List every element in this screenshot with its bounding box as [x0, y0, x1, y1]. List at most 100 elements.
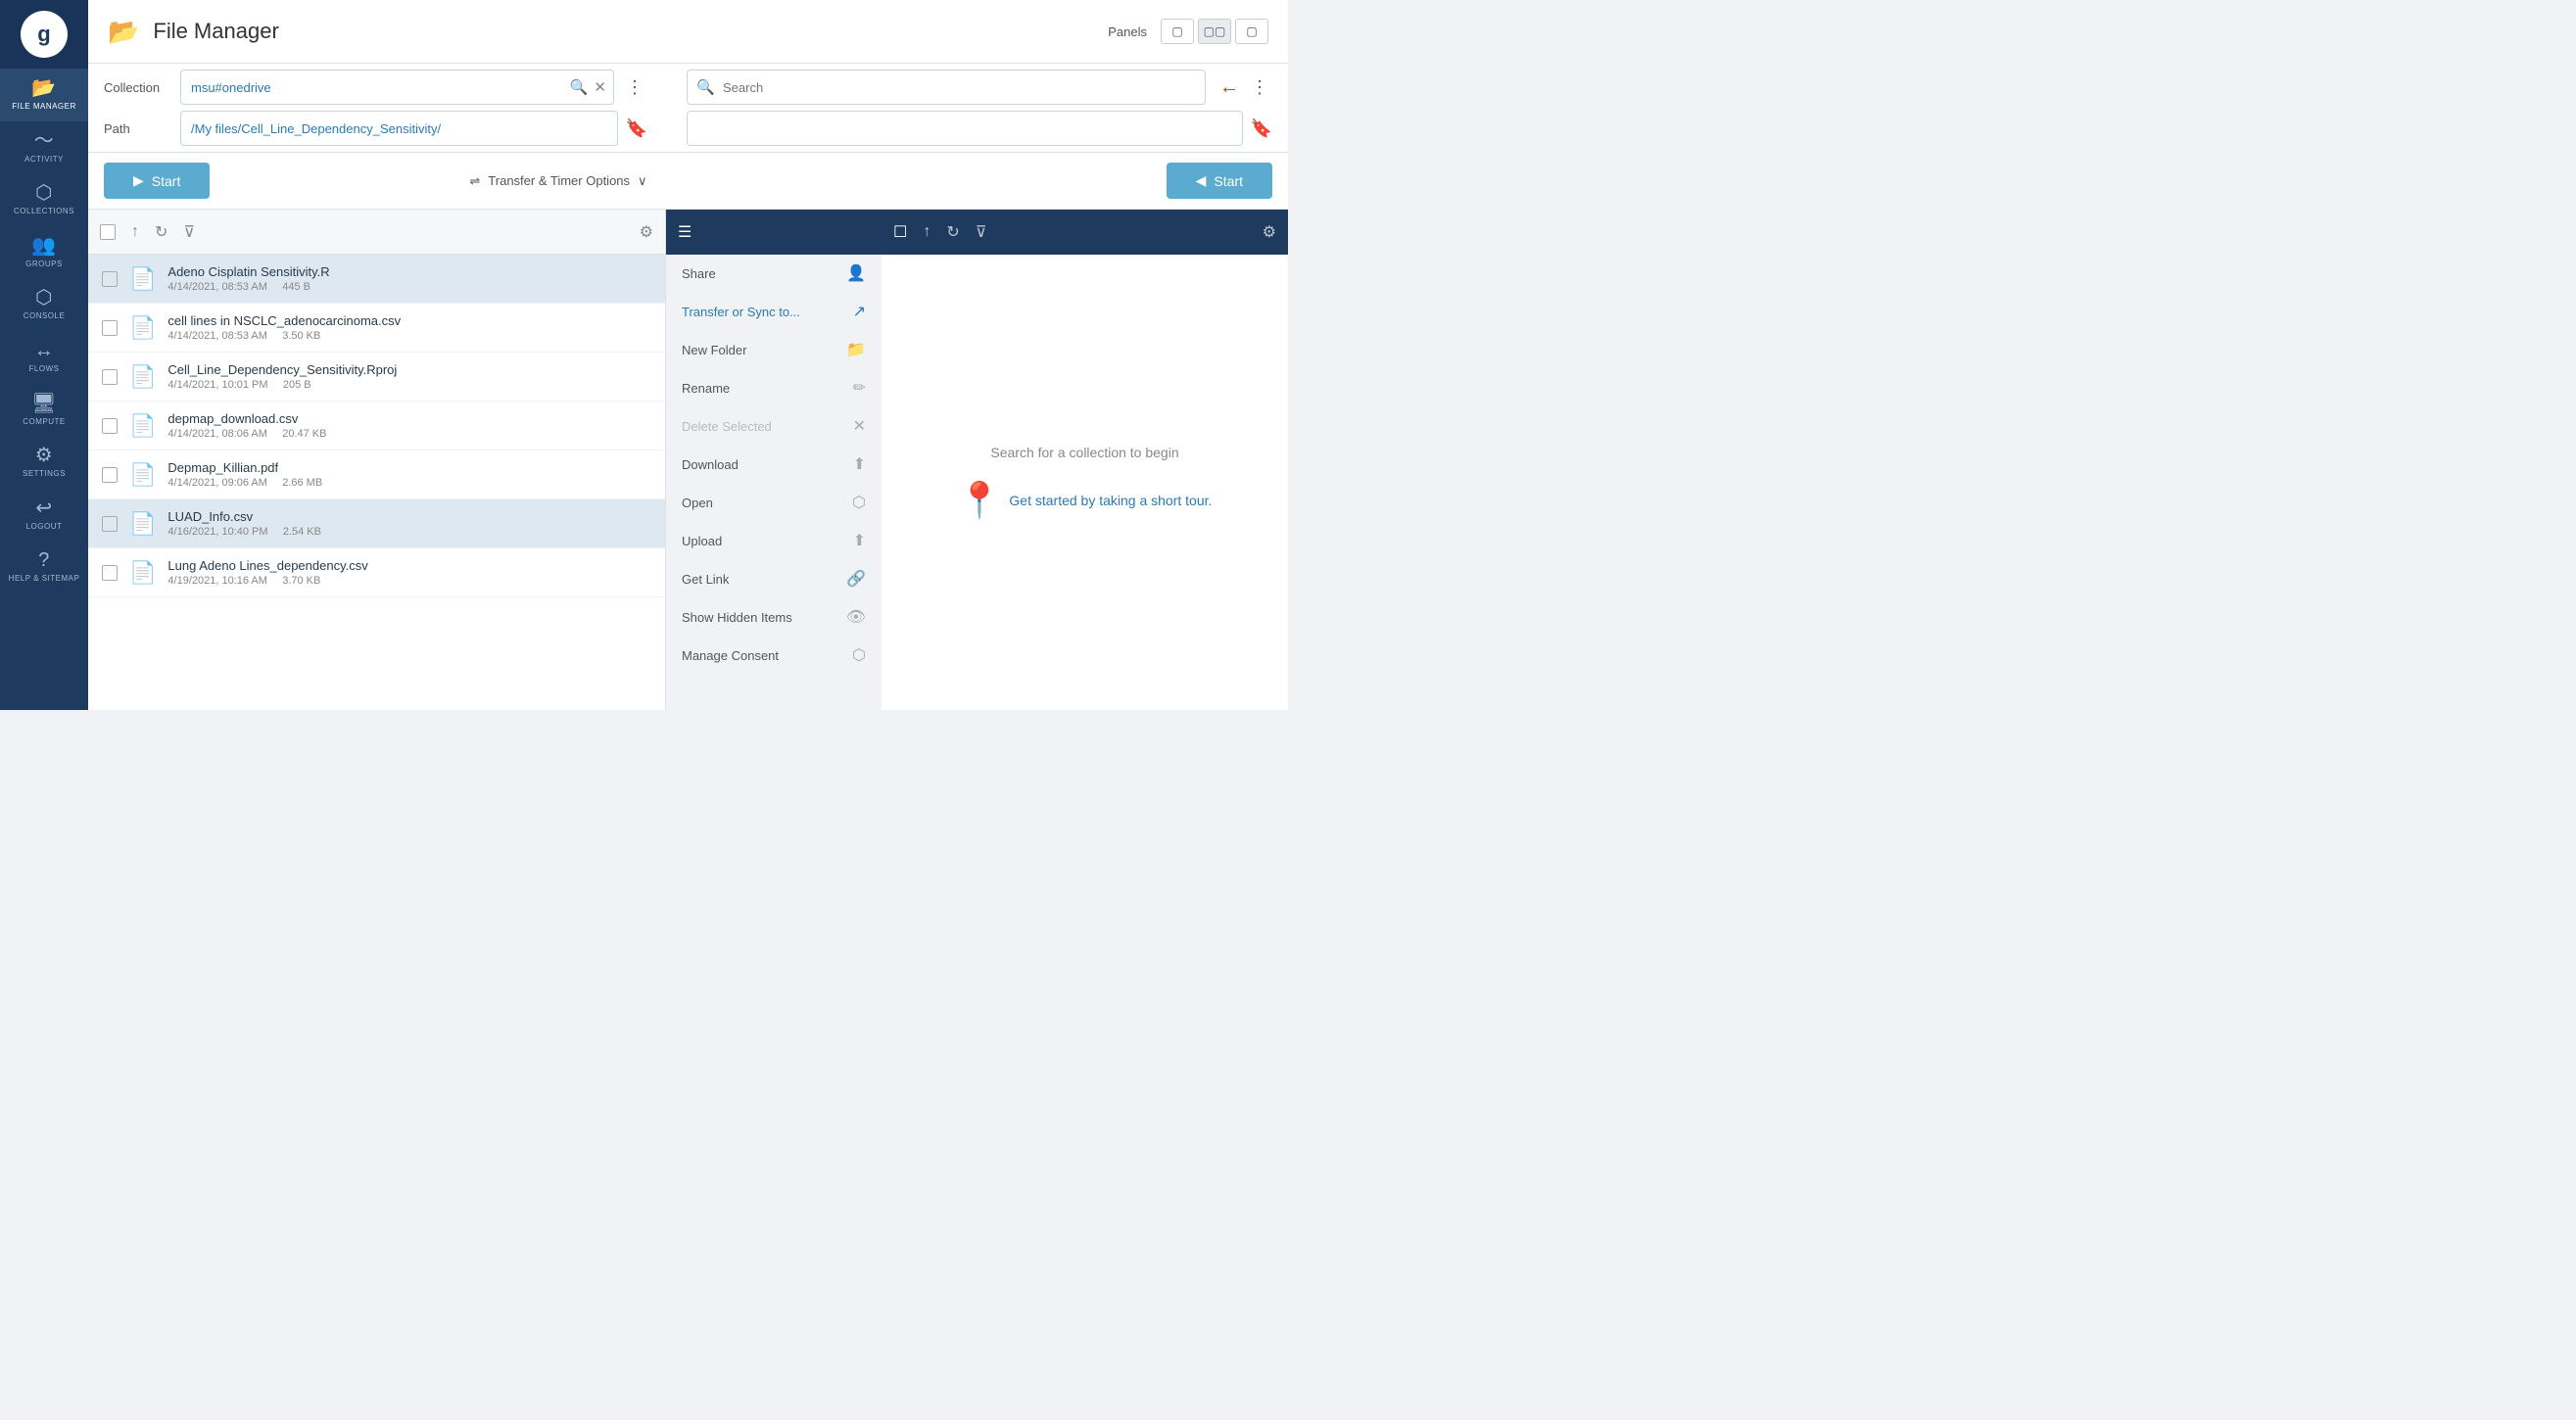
context-menu-show-hidden[interactable]: Show Hidden Items 👁: [666, 598, 882, 637]
download-icon: ⬆: [853, 454, 866, 474]
context-menu-download[interactable]: Download ⬆: [666, 446, 882, 484]
dual-panel-button[interactable]: ▢▢: [1198, 19, 1231, 44]
sidebar-item-collections[interactable]: ⬡ COLLECTIONS: [0, 173, 88, 226]
right-search-input[interactable]: [687, 70, 1206, 105]
right-inputs: 🔍 ← ⋮ 🔖: [687, 70, 1272, 146]
upload-icon: ⬆: [853, 531, 866, 550]
file-info: depmap_download.csv 4/14/2021, 08:06 AM …: [167, 411, 651, 440]
context-menu-get-link[interactable]: Get Link 🔗: [666, 560, 882, 598]
manage-consent-icon: ⬡: [852, 645, 866, 665]
sidebar-item-help[interactable]: ? HELP & SITEMAP: [0, 541, 88, 593]
sidebar-item-file-manager[interactable]: 📂 FILE MANAGER: [0, 69, 88, 121]
right-settings-icon[interactable]: ⚙: [1263, 222, 1276, 242]
sidebar-item-flows[interactable]: ↔ FLOWS: [0, 331, 88, 384]
right-filter-icon[interactable]: ⊽: [976, 222, 987, 242]
left-inputs: Collection 🔍 ✕ ⋮ Path 🔖: [104, 70, 647, 146]
triple-panel-button[interactable]: ▢: [1235, 19, 1268, 44]
right-refresh-icon[interactable]: ↻: [946, 222, 959, 242]
file-meta: 4/19/2021, 10:16 AM 3.70 KB: [167, 575, 651, 587]
path-input[interactable]: [180, 111, 618, 146]
path-bookmark-icon[interactable]: 🔖: [626, 118, 647, 139]
context-menu-upload[interactable]: Upload ⬆: [666, 522, 882, 560]
clear-collection-icon[interactable]: ✕: [594, 78, 606, 96]
collection-input[interactable]: [180, 70, 614, 105]
file-meta: 4/14/2021, 08:06 AM 20.47 KB: [167, 428, 651, 440]
right-bookmark-icon[interactable]: 🔖: [1251, 118, 1272, 139]
context-menu-share[interactable]: Share 👤: [666, 255, 882, 293]
tour-icon: 📍: [958, 480, 1002, 521]
file-name: depmap_download.csv: [167, 411, 651, 426]
app-logo[interactable]: g: [21, 11, 68, 58]
left-filter-icon[interactable]: ⊽: [183, 222, 195, 242]
share-icon: 👤: [846, 263, 866, 283]
context-menu-delete[interactable]: Delete Selected ✕: [666, 407, 882, 446]
file-checkbox[interactable]: [102, 320, 118, 336]
left-select-all-checkbox[interactable]: [100, 224, 116, 240]
sidebar: g 📂 FILE MANAGER 〜 ACTIVITY ⬡ COLLECTION…: [0, 0, 88, 710]
file-meta: 4/16/2021, 10:40 PM 2.54 KB: [167, 526, 651, 538]
right-select-all-checkbox[interactable]: ☐: [893, 222, 907, 242]
file-checkbox[interactable]: [102, 467, 118, 483]
file-checkbox[interactable]: [102, 369, 118, 385]
file-checkbox[interactable]: [102, 516, 118, 532]
transfer-icon: ↗: [853, 302, 866, 321]
context-menu-transfer[interactable]: Transfer or Sync to... ↗: [666, 293, 882, 331]
table-row[interactable]: 📄 cell lines in NSCLC_adenocarcinoma.csv…: [88, 304, 665, 353]
file-meta: 4/14/2021, 08:53 AM 3.50 KB: [167, 330, 651, 342]
table-row[interactable]: 📄 depmap_download.csv 4/14/2021, 08:06 A…: [88, 402, 665, 450]
file-name: cell lines in NSCLC_adenocarcinoma.csv: [167, 313, 651, 328]
start-left-button[interactable]: ▶ Start: [104, 163, 210, 199]
right-path-input[interactable]: [687, 111, 1243, 146]
file-meta: 4/14/2021, 10:01 PM 205 B: [167, 379, 651, 391]
table-row[interactable]: 📄 Adeno Cisplatin Sensitivity.R 4/14/202…: [88, 255, 665, 304]
table-row[interactable]: 📄 Depmap_Killian.pdf 4/14/2021, 09:06 AM…: [88, 450, 665, 499]
sidebar-item-groups[interactable]: 👥 GROUPS: [0, 226, 88, 279]
search-collection-icon[interactable]: 🔍: [570, 78, 589, 96]
transfer-options[interactable]: ⇌ Transfer & Timer Options ∨: [469, 173, 646, 189]
table-row[interactable]: 📄 Lung Adeno Lines_dependency.csv 4/19/2…: [88, 548, 665, 597]
collection-label: Collection: [104, 80, 172, 95]
file-doc-icon: 📄: [129, 315, 156, 341]
console-icon: ⬡: [35, 288, 53, 308]
left-up-icon[interactable]: ↑: [131, 223, 139, 241]
tour-link[interactable]: Get started by taking a short tour.: [1009, 493, 1212, 508]
start-right-button[interactable]: ◀ Start: [1167, 163, 1272, 199]
table-row[interactable]: 📄 LUAD_Info.csv 4/16/2021, 10:40 PM 2.54…: [88, 499, 665, 548]
single-panel-button[interactable]: ▢: [1161, 19, 1194, 44]
file-meta: 4/14/2021, 08:53 AM 445 B: [167, 281, 651, 293]
main-area: 📂 File Manager Panels ▢ ▢▢ ▢ Collection …: [88, 0, 1288, 710]
right-more-icon[interactable]: ⋮: [1247, 73, 1272, 102]
arrow-indicator: ←: [1219, 76, 1239, 99]
sidebar-item-settings[interactable]: ⚙ SETTINGS: [0, 436, 88, 489]
sidebar-item-activity[interactable]: 〜 ACTIVITY: [0, 121, 88, 174]
context-menu-manage-consent[interactable]: Manage Consent ⬡: [666, 637, 882, 675]
file-name: Cell_Line_Dependency_Sensitivity.Rproj: [167, 362, 651, 377]
left-refresh-icon[interactable]: ↻: [155, 222, 167, 242]
context-menu-rename[interactable]: Rename ✏: [666, 369, 882, 407]
sidebar-item-compute[interactable]: 🖥 COMPUTE: [0, 384, 88, 437]
file-info: Cell_Line_Dependency_Sensitivity.Rproj 4…: [167, 362, 651, 391]
left-panel: ↑ ↻ ⊽ ⚙ 📄 Adeno Cisplatin Sensitivity.R …: [88, 210, 666, 710]
table-row[interactable]: 📄 Cell_Line_Dependency_Sensitivity.Rproj…: [88, 353, 665, 402]
header-file-manager-icon: 📂: [108, 17, 139, 47]
rename-icon: ✏: [853, 378, 866, 398]
sidebar-item-console[interactable]: ⬡ CONSOLE: [0, 278, 88, 331]
settings-icon: ⚙: [35, 446, 53, 465]
file-checkbox[interactable]: [102, 565, 118, 581]
path-line: Path 🔖: [104, 111, 647, 146]
right-up-icon[interactable]: ↑: [923, 223, 930, 241]
activity-icon: 〜: [34, 131, 55, 151]
right-path-line: 🔖: [687, 111, 1272, 146]
collection-more-icon[interactable]: ⋮: [622, 73, 647, 102]
file-doc-icon: 📄: [129, 266, 156, 292]
file-checkbox[interactable]: [102, 271, 118, 287]
new-folder-icon: 📁: [846, 340, 866, 359]
file-checkbox[interactable]: [102, 418, 118, 434]
context-menu-open[interactable]: Open ⬡: [666, 484, 882, 522]
right-search-wrapper: 🔍: [687, 70, 1206, 105]
context-menu-new-folder[interactable]: New Folder 📁: [666, 331, 882, 369]
delete-icon: ✕: [853, 416, 866, 436]
file-doc-icon: 📄: [129, 364, 156, 390]
left-settings-icon[interactable]: ⚙: [640, 222, 653, 242]
sidebar-item-logout[interactable]: ↩ LOGOUT: [0, 489, 88, 542]
